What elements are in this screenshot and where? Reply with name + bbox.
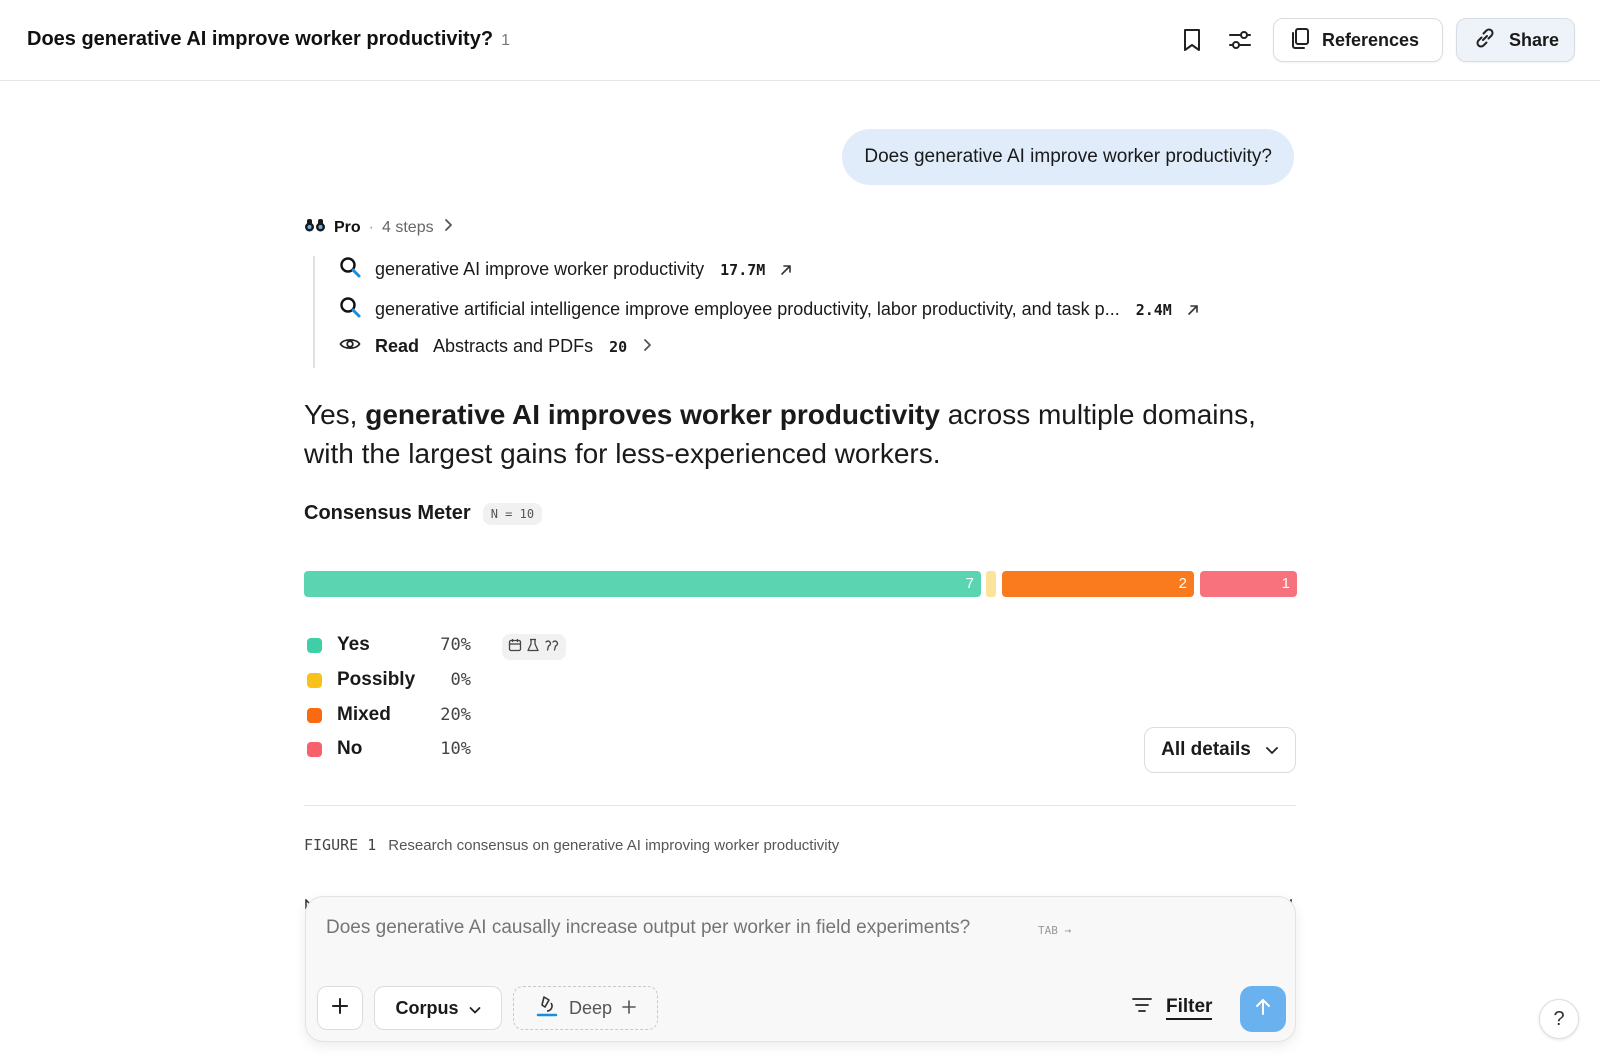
- eye-icon: [339, 336, 361, 357]
- read-step[interactable]: Read Abstracts and PDFs 20: [339, 336, 653, 357]
- user-message-bubble: Does generative AI improve worker produc…: [842, 129, 1294, 185]
- meter-bar-mixed: 2: [1002, 571, 1194, 597]
- sample-size-badge: N = 10: [482, 502, 543, 525]
- legend-row-yes: Yes 70%: [307, 634, 471, 656]
- meter-bar-no: 1: [1200, 571, 1297, 597]
- all-details-button[interactable]: All details: [1144, 727, 1296, 773]
- filter-button[interactable]: Filter: [1132, 990, 1213, 1026]
- references-button[interactable]: References: [1273, 18, 1443, 62]
- legend-swatch: [307, 637, 322, 653]
- chevron-down-icon: [1265, 739, 1279, 761]
- legend-pct: 0%: [450, 670, 471, 690]
- yes-study-tags[interactable]: [502, 634, 566, 660]
- tab-hint: TAB →: [1038, 924, 1072, 937]
- consensus-title-text: Consensus Meter: [304, 502, 471, 524]
- bar-count-no: 1: [1281, 575, 1290, 592]
- sliders-icon[interactable]: [1224, 24, 1256, 56]
- meter-bar-yes: 7: [304, 571, 981, 597]
- search-query: generative AI improve worker productivit…: [375, 259, 705, 279]
- legend-pct: 20%: [440, 705, 471, 725]
- figure-label: FIGURE 1: [304, 836, 377, 854]
- legend-pct: 10%: [440, 739, 471, 759]
- corpus-label: Corpus: [395, 997, 459, 1018]
- chevron-right-icon: [641, 336, 653, 357]
- legend-row-no: No 10%: [307, 738, 471, 760]
- search-icon: [339, 296, 361, 323]
- share-label: Share: [1509, 29, 1560, 50]
- figure-caption-text: Research consensus on generative AI impr…: [388, 837, 840, 854]
- add-button[interactable]: [317, 986, 363, 1030]
- steps-count: 4 steps: [382, 218, 434, 236]
- filter-icon: [1132, 997, 1152, 1019]
- legend-swatch: [307, 741, 322, 757]
- consensus-meter-title: Consensus Meter N = 10: [304, 502, 543, 525]
- filter-label: Filter: [1166, 996, 1213, 1020]
- binoculars-icon: [304, 217, 326, 238]
- read-label: Read: [375, 336, 420, 356]
- quote-icon: [544, 638, 560, 657]
- section-divider: [304, 805, 1296, 806]
- legend-swatch: [307, 672, 322, 688]
- external-link-icon[interactable]: [1186, 303, 1200, 317]
- steps-list: generative AI improve worker productivit…: [313, 256, 1273, 368]
- answer-prefix: Yes,: [304, 399, 366, 430]
- result-count: 17.7M: [720, 260, 766, 279]
- calendar-icon: [508, 638, 522, 657]
- plus-icon: [331, 997, 349, 1020]
- plus-icon: [622, 998, 636, 1019]
- help-button[interactable]: ?: [1539, 999, 1579, 1039]
- bookmark-icon[interactable]: [1176, 24, 1208, 56]
- figure-caption: FIGURE 1 Research consensus on generative…: [304, 836, 839, 854]
- top-header: Does generative AI improve worker produc…: [0, 0, 1600, 81]
- link-icon: [1473, 26, 1497, 55]
- deep-toggle[interactable]: Deep: [513, 986, 658, 1030]
- all-details-label: All details: [1161, 739, 1251, 760]
- search-query: generative artificial intelligence impro…: [375, 299, 1120, 319]
- follow-up-input[interactable]: [326, 917, 1226, 939]
- mode-label: Pro: [334, 218, 361, 236]
- search-icon: [339, 256, 361, 283]
- title-count: 1: [501, 32, 510, 49]
- send-button[interactable]: [1240, 986, 1286, 1032]
- answer-summary: Yes, generative AI improves worker produ…: [304, 395, 1264, 473]
- search-step: generative AI improve worker productivit…: [339, 256, 793, 283]
- meter-bar-possibly: [986, 571, 996, 597]
- arrow-up-icon: [1254, 997, 1272, 1022]
- steps-separator: ·: [368, 218, 374, 236]
- legend-label: Possibly: [337, 669, 416, 690]
- chevron-right-icon: [442, 218, 454, 237]
- share-button[interactable]: Share: [1456, 18, 1575, 62]
- read-text: Abstracts and PDFs: [433, 336, 594, 356]
- bar-count-mixed: 2: [1178, 575, 1187, 592]
- bar-count-yes: 7: [965, 575, 974, 592]
- legend-row-mixed: Mixed 20%: [307, 704, 471, 726]
- legend-label: No: [337, 738, 363, 759]
- legend-label: Yes: [337, 634, 370, 655]
- answer-bold: generative AI improves worker productivi…: [365, 399, 940, 430]
- legend-label: Mixed: [337, 704, 391, 725]
- steps-toggle[interactable]: Pro · 4 steps: [304, 217, 454, 238]
- page-title: Does generative AI improve worker produc…: [27, 28, 510, 51]
- flask-icon: [526, 638, 540, 657]
- search-step: generative artificial intelligence impro…: [339, 296, 1200, 323]
- page-title-text: Does generative AI improve worker produc…: [27, 28, 494, 50]
- references-label: References: [1322, 29, 1420, 50]
- legend-swatch: [307, 707, 322, 723]
- microscope-icon: [535, 994, 559, 1023]
- copy-icon: [1290, 27, 1310, 54]
- chevron-down-icon: [469, 998, 481, 1019]
- corpus-select[interactable]: Corpus: [374, 986, 502, 1030]
- deep-label: Deep: [568, 997, 613, 1018]
- composer: TAB → Corpus Deep Filter: [305, 896, 1296, 1042]
- legend-pct: 70%: [440, 635, 471, 655]
- external-link-icon[interactable]: [779, 263, 793, 277]
- result-count: 2.4M: [1135, 300, 1172, 319]
- read-count: 20: [609, 337, 628, 356]
- legend-row-possibly: Possibly 0%: [307, 669, 471, 691]
